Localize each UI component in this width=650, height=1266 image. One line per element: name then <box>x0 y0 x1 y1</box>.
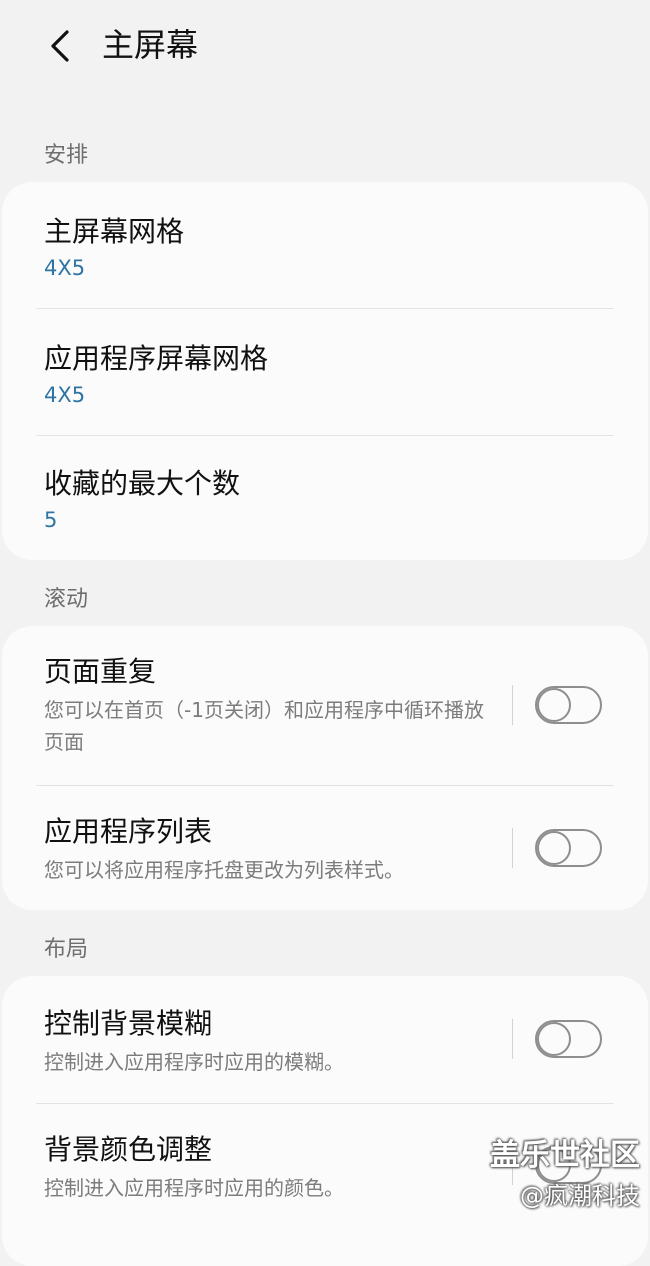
section-label-layout: 布局 <box>44 937 89 962</box>
vertical-separator <box>512 685 513 725</box>
background-blur-toggle[interactable] <box>535 1020 602 1058</box>
setting-max-favorites[interactable]: 收藏的最大个数 5 <box>2 436 648 560</box>
setting-value: 4X5 <box>44 256 86 280</box>
app-bar: 主屏幕 <box>0 0 650 92</box>
setting-title: 页面重复 <box>44 655 157 688</box>
toggle-knob <box>537 688 571 722</box>
setting-title: 收藏的最大个数 <box>44 467 241 500</box>
vertical-separator <box>512 1019 513 1059</box>
setting-value: 5 <box>44 508 58 532</box>
setting-title: 控制背景模糊 <box>44 1007 213 1040</box>
setting-description: 控制进入应用程序时应用的颜色。 <box>44 1176 344 1200</box>
setting-description: 您可以将应用程序托盘更改为列表样式。 <box>44 858 404 882</box>
section-label-scroll: 滚动 <box>44 587 89 612</box>
setting-title: 应用程序屏幕网格 <box>44 342 269 375</box>
apps-list-toggle[interactable] <box>535 829 602 867</box>
setting-description: 您可以在首页（-1页关闭）和应用程序中循环播放页面 <box>44 698 484 754</box>
page-title: 主屏幕 <box>102 26 199 64</box>
setting-value: 4X5 <box>44 383 86 407</box>
setting-apps-list[interactable]: 应用程序列表 您可以将应用程序托盘更改为列表样式。 <box>2 786 648 910</box>
setting-title: 应用程序列表 <box>44 815 213 848</box>
setting-apps-grid[interactable]: 应用程序屏幕网格 4X5 <box>2 309 648 435</box>
arrange-card: 主屏幕网格 4X5 应用程序屏幕网格 4X5 收藏的最大个数 5 <box>2 182 648 560</box>
toggle-knob <box>537 831 571 865</box>
setting-page-loop[interactable]: 页面重复 您可以在首页（-1页关闭）和应用程序中循环播放页面 <box>2 626 648 784</box>
setting-description: 控制进入应用程序时应用的模糊。 <box>44 1050 344 1074</box>
scroll-card: 页面重复 您可以在首页（-1页关闭）和应用程序中循环播放页面 应用程序列表 您可… <box>2 626 648 910</box>
setting-title: 背景颜色调整 <box>44 1133 213 1166</box>
setting-home-grid[interactable]: 主屏幕网格 4X5 <box>2 182 648 308</box>
watermark-author: @疯潮科技 <box>520 1182 640 1210</box>
watermark-community: 盖乐世社区 <box>490 1138 640 1173</box>
section-label-arrange: 安排 <box>44 143 89 168</box>
setting-background-blur[interactable]: 控制背景模糊 控制进入应用程序时应用的模糊。 <box>2 976 648 1102</box>
back-button[interactable] <box>38 22 82 70</box>
layout-card: 控制背景模糊 控制进入应用程序时应用的模糊。 背景颜色调整 控制进入应用程序时应… <box>2 976 648 1266</box>
vertical-separator <box>512 828 513 868</box>
toggle-knob <box>537 1022 571 1056</box>
chevron-left-icon <box>51 30 69 62</box>
setting-title: 主屏幕网格 <box>44 215 185 248</box>
page-loop-toggle[interactable] <box>535 686 602 724</box>
